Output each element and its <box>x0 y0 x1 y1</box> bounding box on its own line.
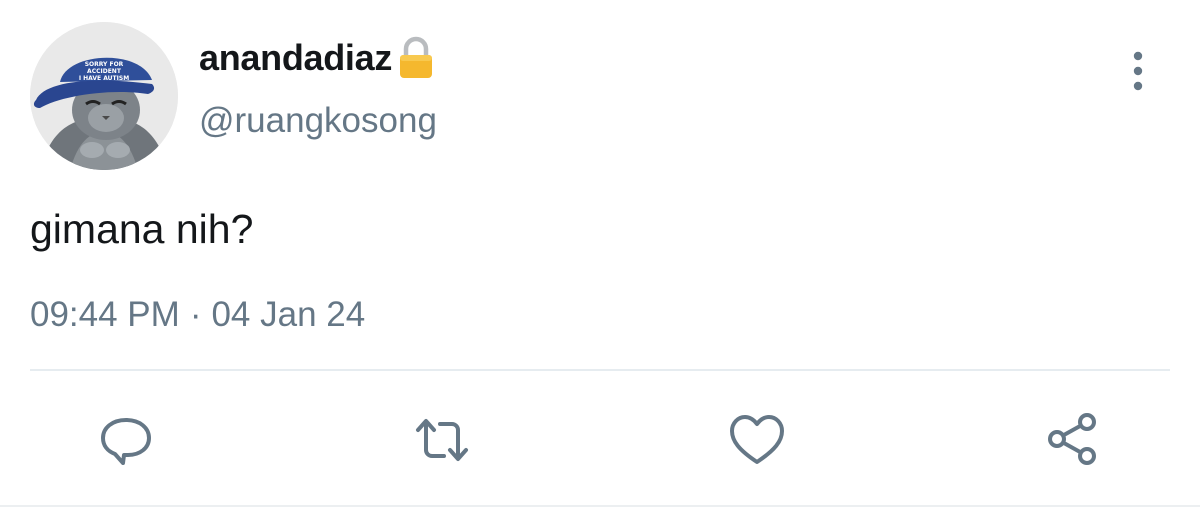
tweet-timestamp[interactable]: 09:44 PM · 04 Jan 24 <box>30 292 365 338</box>
tweet-card: SORRY FOR ACCIDENT I HAVE AUTISM anandad… <box>0 0 1200 524</box>
cap-text-3: I HAVE AUTISM <box>79 75 129 82</box>
display-name-row[interactable]: anandadiaz <box>199 36 436 80</box>
reply-icon <box>101 418 151 465</box>
avatar[interactable]: SORRY FOR ACCIDENT I HAVE AUTISM <box>30 22 178 170</box>
heart-icon <box>730 415 784 464</box>
handle[interactable]: @ruangkosong <box>199 99 437 143</box>
tweet-text: gimana nih? <box>30 206 254 252</box>
divider <box>30 369 1170 371</box>
tweet-time: 09:44 PM <box>30 295 180 334</box>
bottom-divider <box>0 505 1200 507</box>
cap-text-1: SORRY FOR <box>85 61 124 68</box>
more-options-button[interactable] <box>1118 46 1158 96</box>
like-button[interactable] <box>727 410 787 470</box>
meta-separator: · <box>189 295 202 334</box>
tweet-date: 04 Jan 24 <box>211 295 366 334</box>
cap-text-2: ACCIDENT <box>87 68 122 75</box>
more-vertical-icon <box>1133 51 1143 91</box>
retweet-icon <box>416 419 468 461</box>
display-name[interactable]: anandadiaz <box>199 36 392 80</box>
reply-button[interactable] <box>96 410 156 470</box>
retweet-button[interactable] <box>412 410 472 470</box>
cat-avatar-image: SORRY FOR ACCIDENT I HAVE AUTISM <box>30 22 178 170</box>
share-icon <box>1048 413 1096 465</box>
share-button[interactable] <box>1043 410 1103 470</box>
lock-icon <box>396 36 436 80</box>
